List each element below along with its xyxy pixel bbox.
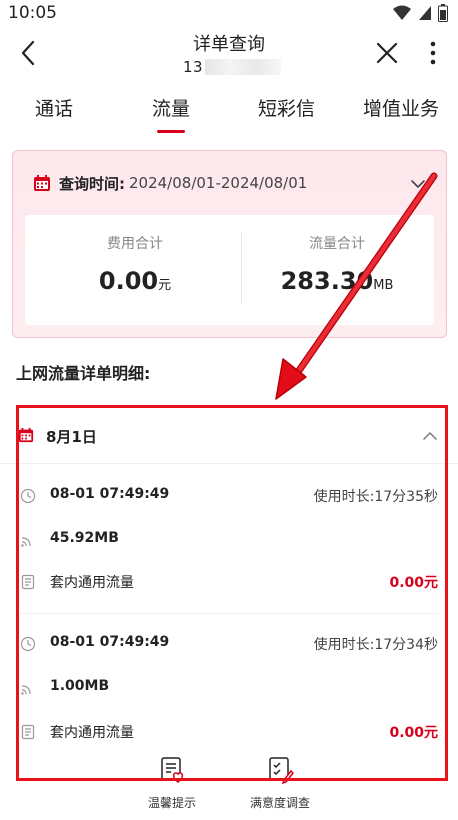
- tab-bar: 通话 流量 短彩信 增值业务: [0, 86, 458, 134]
- close-button[interactable]: [374, 40, 400, 66]
- query-time-row[interactable]: 查询时间: 2024/08/01-2024/08/01: [33, 171, 307, 195]
- usage-record: 08-01 07:49:49 使用时长:17分34秒 1.00MB 套内通用流量…: [0, 620, 458, 768]
- notice-heart-icon: [161, 757, 184, 783]
- more-vertical-icon: [430, 41, 436, 65]
- bottom-actions: 温馨提示 满意度调查: [0, 752, 458, 820]
- calendar-icon: [18, 427, 34, 443]
- record-usage-row: 45.92MB: [0, 528, 458, 552]
- signal-icon: [21, 685, 31, 695]
- traffic-value: 283.30: [280, 267, 374, 295]
- document-icon: [21, 724, 35, 740]
- record-duration-value: 17分35秒: [374, 489, 438, 505]
- record-time-row: 08-01 07:49:49 使用时长:17分34秒: [0, 632, 458, 656]
- section-title: 上网流量详单明细:: [16, 364, 151, 383]
- tab-data[interactable]: 流量: [152, 94, 190, 121]
- notice-button[interactable]: 温馨提示: [132, 756, 212, 811]
- phone-number-mask: [205, 59, 281, 75]
- status-icons: [392, 4, 448, 22]
- record-usage: 45.92MB: [50, 530, 119, 546]
- usage-record: 08-01 07:49:49 使用时长:17分35秒 45.92MB 套内通用流…: [0, 472, 458, 620]
- chevron-up-icon[interactable]: [422, 430, 438, 442]
- fee-value: 0.00: [98, 267, 159, 295]
- page-header: 详单查询 13: [0, 28, 458, 84]
- record-time: 08-01 07:49:49: [50, 486, 170, 502]
- record-amount: 0.00元: [389, 725, 438, 741]
- record-duration-value: 17分34秒: [374, 637, 438, 653]
- status-time: 10:05: [8, 3, 57, 23]
- notice-label: 温馨提示: [147, 796, 196, 810]
- record-time: 08-01 07:49:49: [50, 634, 170, 650]
- traffic-total: 283.30MB: [235, 267, 439, 295]
- record-duration: 使用时长:17分34秒: [314, 634, 438, 654]
- traffic-unit: MB: [373, 278, 394, 293]
- tab-value-added[interactable]: 增值业务: [363, 94, 439, 121]
- tab-sms[interactable]: 短彩信: [258, 94, 315, 121]
- battery-icon: [438, 4, 448, 22]
- document-icon: [21, 574, 35, 590]
- survey-button[interactable]: 满意度调查: [240, 756, 320, 811]
- record-usage: 1.00MB: [50, 678, 110, 694]
- query-card: 查询时间: 2024/08/01-2024/08/01 费用合计 0.00元 流…: [12, 150, 447, 338]
- record-usage-row: 1.00MB: [0, 676, 458, 700]
- phone-number: 13: [183, 58, 204, 76]
- clock-icon: [20, 488, 36, 504]
- tab-calls[interactable]: 通话: [35, 94, 73, 121]
- record-duration-label: 使用时长:: [313, 637, 375, 653]
- survey-icon: [269, 757, 294, 785]
- record-divider: [20, 613, 438, 614]
- day-group-header[interactable]: 8月1日: [0, 408, 458, 464]
- record-duration: 使用时长:17分35秒: [314, 486, 438, 506]
- fee-caption: 费用合计: [107, 236, 163, 252]
- query-time-value: 2024/08/01-2024/08/01: [129, 174, 308, 192]
- status-bar: 10:05: [0, 0, 458, 26]
- record-duration-label: 使用时长:: [313, 489, 375, 505]
- calendar-icon: [34, 175, 50, 191]
- fee-unit: 元: [158, 278, 172, 293]
- chevron-down-icon[interactable]: [410, 176, 426, 192]
- fee-total: 0.00元: [33, 267, 237, 295]
- wifi-icon: [393, 5, 411, 20]
- more-options-button[interactable]: [423, 40, 443, 66]
- record-type-row: 套内通用流量 0.00元: [0, 720, 458, 744]
- clock-icon: [20, 636, 36, 652]
- summary-box: 费用合计 0.00元 流量合计 283.30MB: [25, 215, 434, 325]
- cellular-signal-icon: [419, 6, 431, 20]
- close-icon: [376, 42, 398, 64]
- fee-summary: 费用合计 0.00元: [33, 233, 237, 295]
- record-type: 套内通用流量: [50, 575, 134, 591]
- day-title: 8月1日: [46, 428, 97, 446]
- record-amount: 0.00元: [389, 575, 438, 591]
- record-type: 套内通用流量: [50, 725, 134, 741]
- record-type-row: 套内通用流量 0.00元: [0, 570, 458, 594]
- active-tab-indicator: [157, 130, 185, 133]
- survey-label: 满意度调查: [249, 796, 310, 810]
- record-time-row: 08-01 07:49:49 使用时长:17分35秒: [0, 484, 458, 508]
- traffic-summary: 流量合计 283.30MB: [235, 233, 439, 295]
- traffic-caption: 流量合计: [309, 236, 365, 252]
- query-time-label: 查询时间:: [59, 174, 125, 193]
- signal-icon: [21, 537, 31, 547]
